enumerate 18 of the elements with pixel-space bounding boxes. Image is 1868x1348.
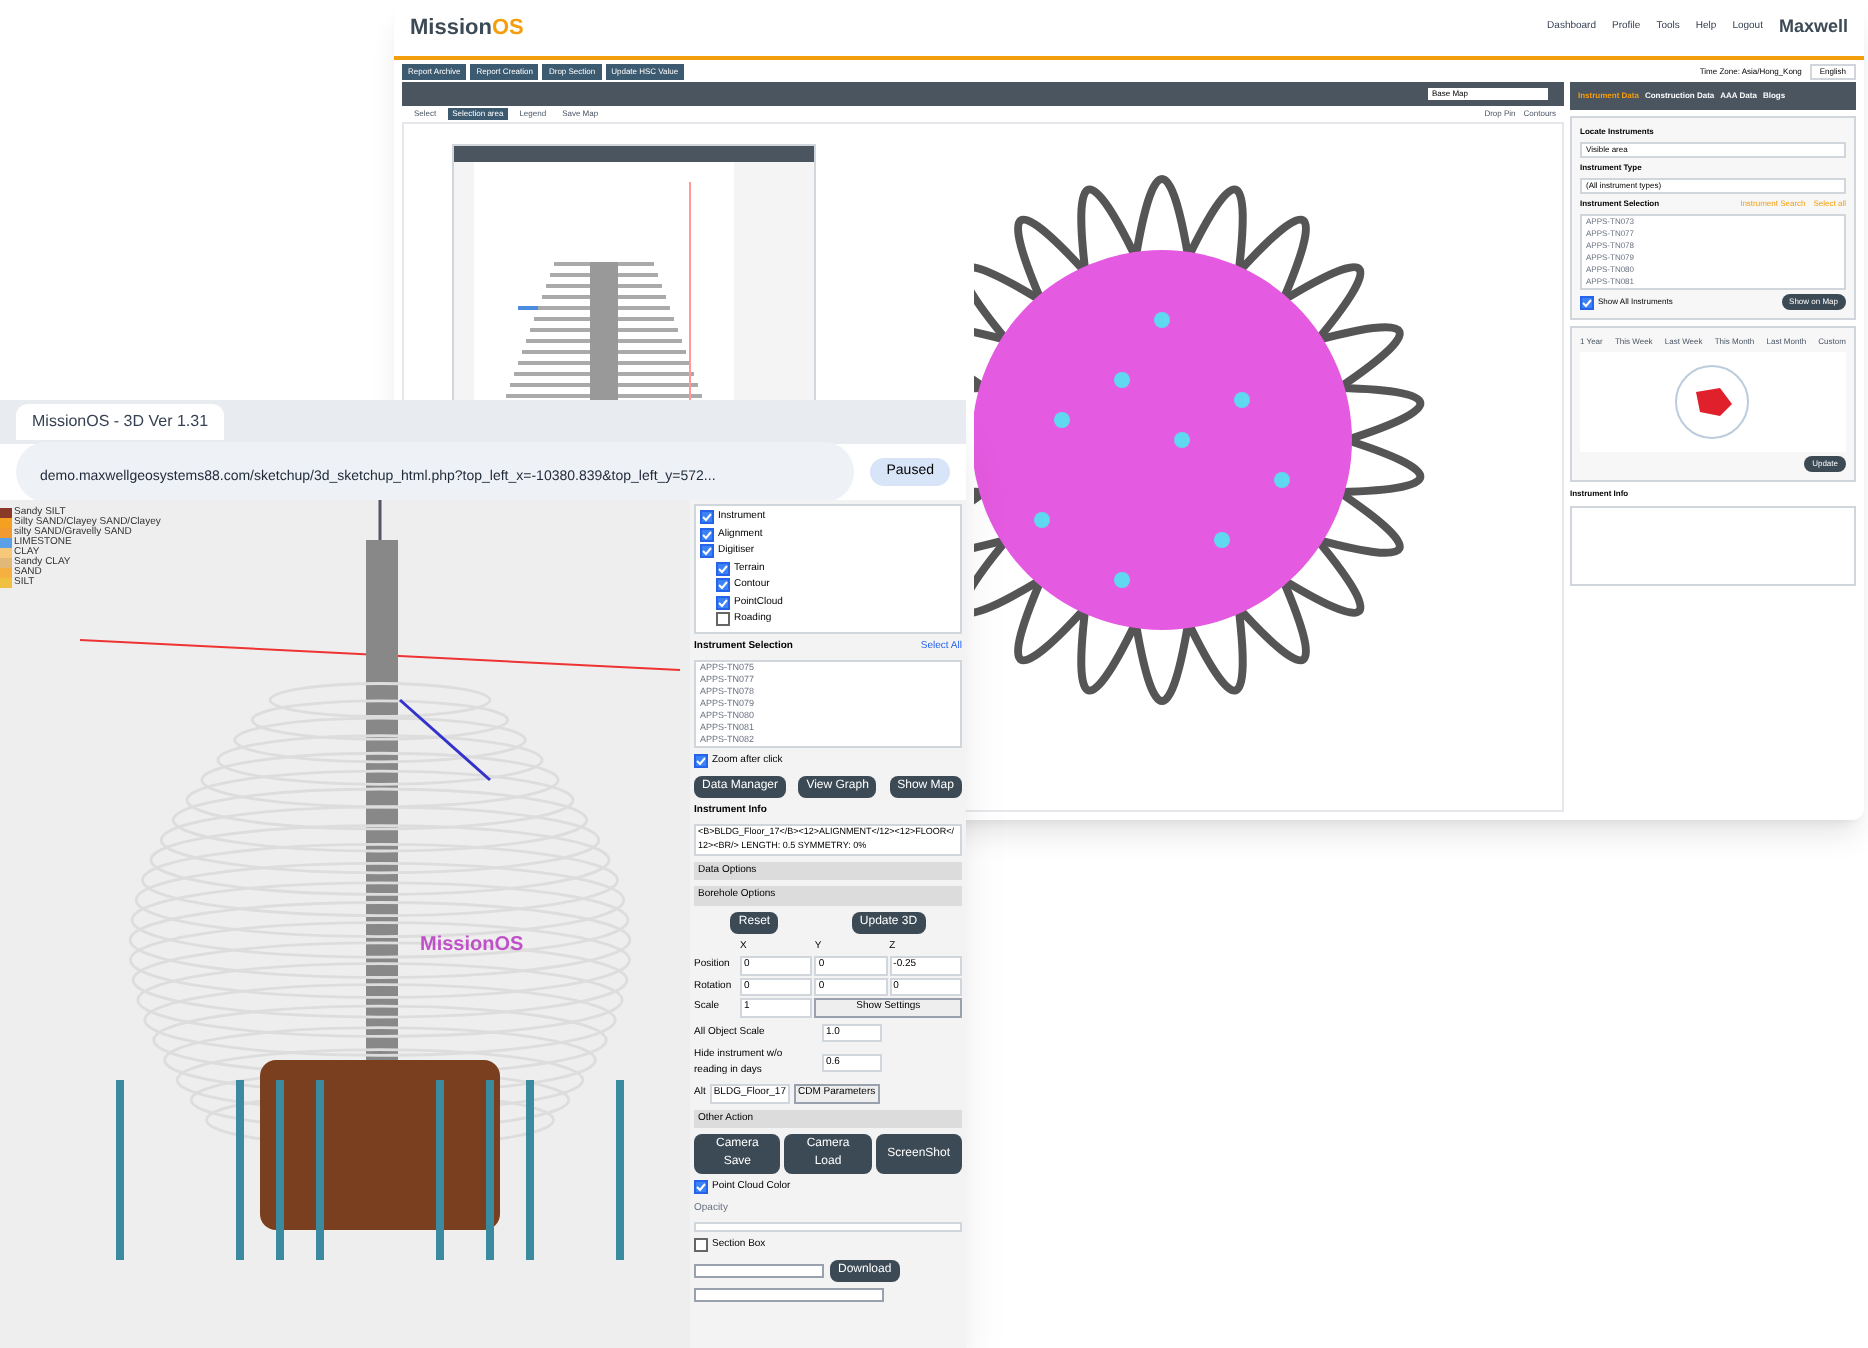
model-label: MissionOS <box>420 932 524 960</box>
opacity-field[interactable] <box>694 1222 962 1232</box>
checkbox[interactable] <box>716 595 730 610</box>
brand-logo: Maxwell <box>1778 14 1848 41</box>
checkbox[interactable] <box>694 754 708 769</box>
checkbox[interactable] <box>700 510 714 525</box>
checkbox[interactable] <box>700 527 714 542</box>
dropdown-field[interactable] <box>694 1287 884 1301</box>
checkbox[interactable] <box>1580 295 1594 309</box>
checkbox[interactable] <box>700 544 714 559</box>
checkbox[interactable] <box>694 1238 708 1253</box>
checkbox[interactable] <box>716 561 730 576</box>
browser-tab[interactable]: MissionOS - 3D Ver 1.31 <box>16 404 225 440</box>
app-logo: MissionOS <box>410 13 524 44</box>
dropdown-field[interactable] <box>694 1263 824 1277</box>
checkbox[interactable] <box>694 1180 708 1195</box>
checkbox[interactable] <box>716 578 730 593</box>
checkbox[interactable] <box>716 612 730 627</box>
